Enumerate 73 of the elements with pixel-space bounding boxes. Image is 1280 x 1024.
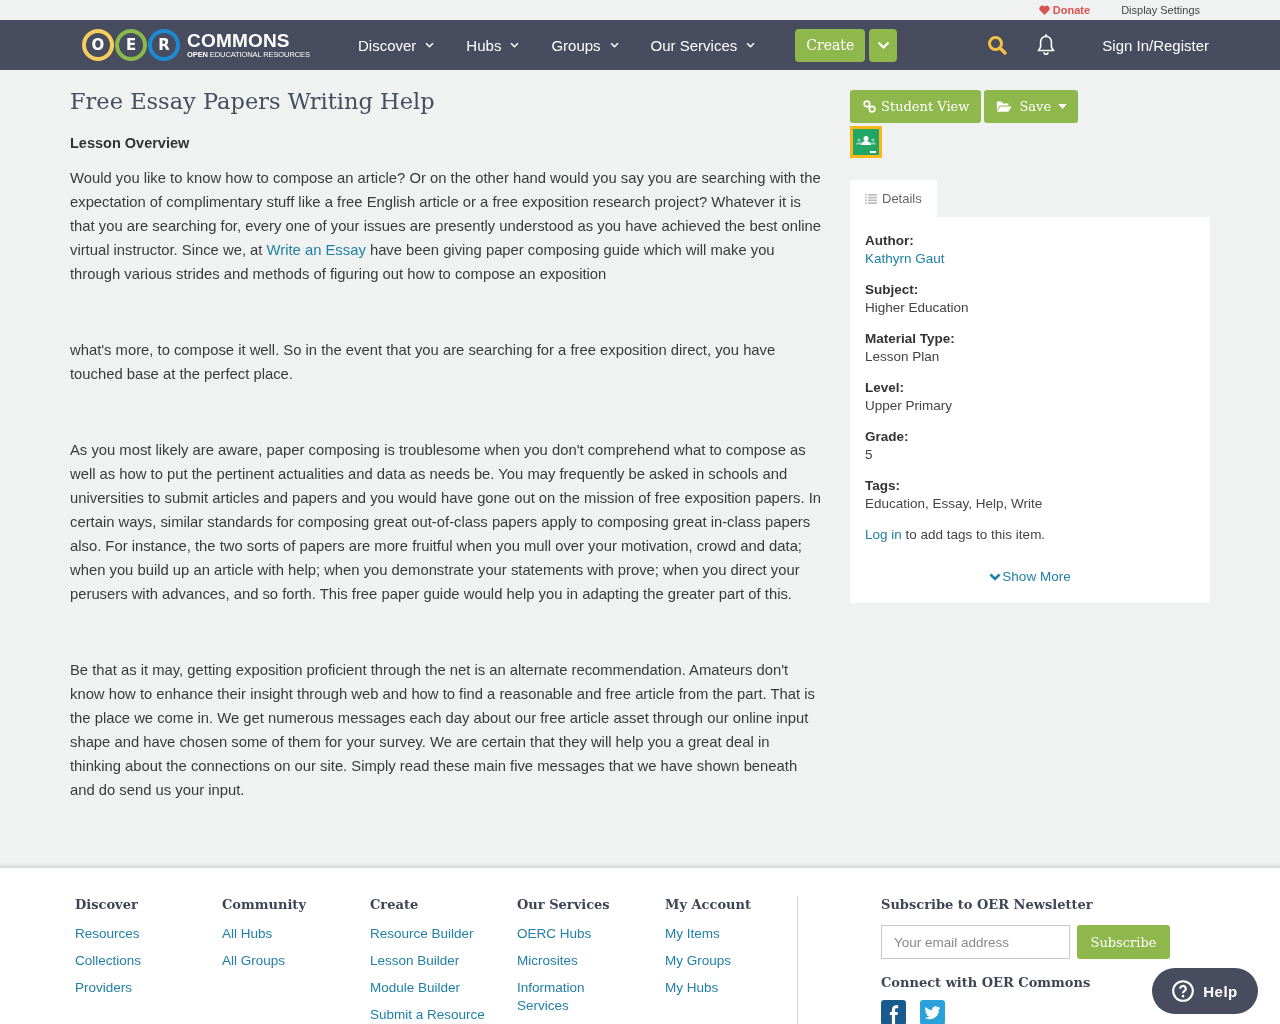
- social-heading: Connect with OER Commons: [881, 974, 1092, 992]
- search-icon[interactable]: [987, 35, 1008, 55]
- body-paragraph: Be that as it may, getting exposition proficient through the net is an alternate recommendation. Amateurs don't know how to enhance their insight through web and how to find a reasonable and free article from the part. That is the place we come in. We get numerous messages each day about our free article asset through our online input shape and have chosen some of them for your survey. We are certain that they will help you a great deal in thinking about the connections on our site. Simply read these main five messages that we have shown beneath and do send us your input.: [70, 661, 816, 800]
- footer-link[interactable]: My Hubs: [665, 979, 783, 997]
- footer-link[interactable]: My Groups: [665, 952, 783, 970]
- create-menu-button[interactable]: [869, 28, 898, 62]
- footer-link[interactable]: Information Services: [517, 979, 635, 1015]
- newsletter-heading: Subscribe to OER Newsletter: [881, 896, 1094, 914]
- footer-link[interactable]: All Groups: [222, 952, 340, 970]
- folder-icon: [996, 100, 1013, 113]
- field-label: Subject:: [865, 281, 920, 299]
- footer-link[interactable]: My Items: [665, 925, 783, 943]
- footer-heading: Create: [370, 896, 420, 914]
- field-label: Grade:: [865, 428, 910, 446]
- field-label: Tags:: [865, 477, 901, 495]
- chevron-down-icon: [425, 42, 435, 48]
- sign-in-link[interactable]: Sign In/Register: [1102, 36, 1210, 54]
- nav-menu-item[interactable]: Hubs: [466, 36, 520, 54]
- field-value: Higher Education: [865, 299, 970, 317]
- footer-link[interactable]: Submit a Resource: [370, 1006, 488, 1024]
- inline-link[interactable]: Write an Essay: [266, 242, 366, 258]
- show-more-link[interactable]: Show More: [989, 568, 1071, 586]
- donate-link[interactable]: Donate: [1038, 4, 1091, 16]
- log-in-link[interactable]: Log in: [865, 527, 902, 542]
- logo-wordmark: COMMONS: [187, 30, 291, 50]
- list-icon: [865, 193, 877, 204]
- field-label: Author:: [865, 232, 915, 250]
- footer-heading: Discover: [75, 896, 139, 914]
- section-heading: Lesson Overview: [70, 134, 191, 153]
- question-icon: [1172, 980, 1195, 1002]
- chevron-down-icon: [746, 42, 756, 48]
- footer-link[interactable]: Module Builder: [370, 979, 488, 997]
- footer-link[interactable]: Resources: [75, 925, 193, 943]
- chevron-down-icon: [510, 42, 520, 48]
- heart-icon: [1038, 5, 1050, 15]
- field-label: Material Type:: [865, 330, 956, 348]
- help-button[interactable]: Help: [1152, 968, 1258, 1014]
- footer-link[interactable]: All Hubs: [222, 925, 340, 943]
- link-icon: [863, 100, 876, 113]
- logo-letter-ring: E: [115, 29, 147, 61]
- logo-letter-ring: R: [148, 29, 180, 61]
- footer-link[interactable]: Providers: [75, 979, 193, 997]
- body-paragraph: Would you like to know how to compose an article? Or on the other hand would you say you are searching with the expectation of complimentary stuff like a free English article or a free exposition research project? Whatever it is that you are searching for, every one of your issues are presently understood as you have achieved the best online virtual instructor. Since we, at Write an Essay have been giving paper composing guide which will make you through various strides and methods of figuring out how to compose an exposition: [70, 169, 822, 284]
- chevron-down-icon: [876, 40, 890, 50]
- caret-down-icon: [1058, 104, 1068, 109]
- footer-heading: Our Services: [517, 896, 611, 914]
- footer-heading: My Account: [665, 896, 752, 914]
- chevron-down-icon: [989, 573, 1002, 581]
- field-value: Lesson Plan: [865, 348, 941, 366]
- details-tab[interactable]: Details: [850, 180, 937, 217]
- classroom-icon[interactable]: [850, 126, 882, 158]
- body-paragraph: what's more, to compose it well. So in the event that you are searching for a free exposition direct, you have touched base at the perfect place.: [70, 341, 777, 384]
- nav-menu-item[interactable]: Groups: [551, 36, 619, 54]
- field-value: 5: [865, 446, 874, 464]
- logo-letter-ring: O: [82, 29, 114, 61]
- bell-icon[interactable]: [1036, 34, 1057, 56]
- field-label: Level:: [865, 379, 906, 397]
- nav-menu-item[interactable]: Discover: [358, 36, 435, 54]
- author-link[interactable]: Kathyrn Gaut: [865, 251, 945, 266]
- chevron-down-icon: [609, 42, 619, 48]
- nav-menu-item[interactable]: Our Services: [650, 36, 756, 54]
- tags-note: Log in to add tags to this item.: [865, 526, 1047, 544]
- footer-link[interactable]: Microsites: [517, 952, 635, 970]
- footer-heading: Community: [222, 896, 308, 914]
- field-value: Upper Primary: [865, 397, 954, 415]
- body-paragraph: As you most likely are aware, paper composing is troublesome when you don't comprehend what to compose as well as how to put the pertinent actualities and data as needs be. You may frequently be asked in schools and universities to submit articles and papers and you would have gone out on the mission of free exposition papers. In certain ways, similar standards for composing great out-of-class papers apply to composing great in-class papers also. For instance, the two sorts of papers are more fruitful when you mull over your motivation, crowd and data; when you build up an article with help; when you demonstrate your statements with prove; when you direct your perusers with advances, and so forth. This free paper guide would help you in adapting the greater part of this.: [70, 441, 822, 604]
- footer-link[interactable]: Lesson Builder: [370, 952, 488, 970]
- field-value: Education, Essay, Help, Write: [865, 495, 1044, 513]
- footer-link[interactable]: Resource Builder: [370, 925, 488, 943]
- footer-link[interactable]: OERC Hubs: [517, 925, 635, 943]
- page-title: Free Essay Papers Writing Help: [70, 87, 436, 116]
- footer-link[interactable]: Collections: [75, 952, 193, 970]
- display-settings-link[interactable]: Display Settings: [1121, 4, 1200, 16]
